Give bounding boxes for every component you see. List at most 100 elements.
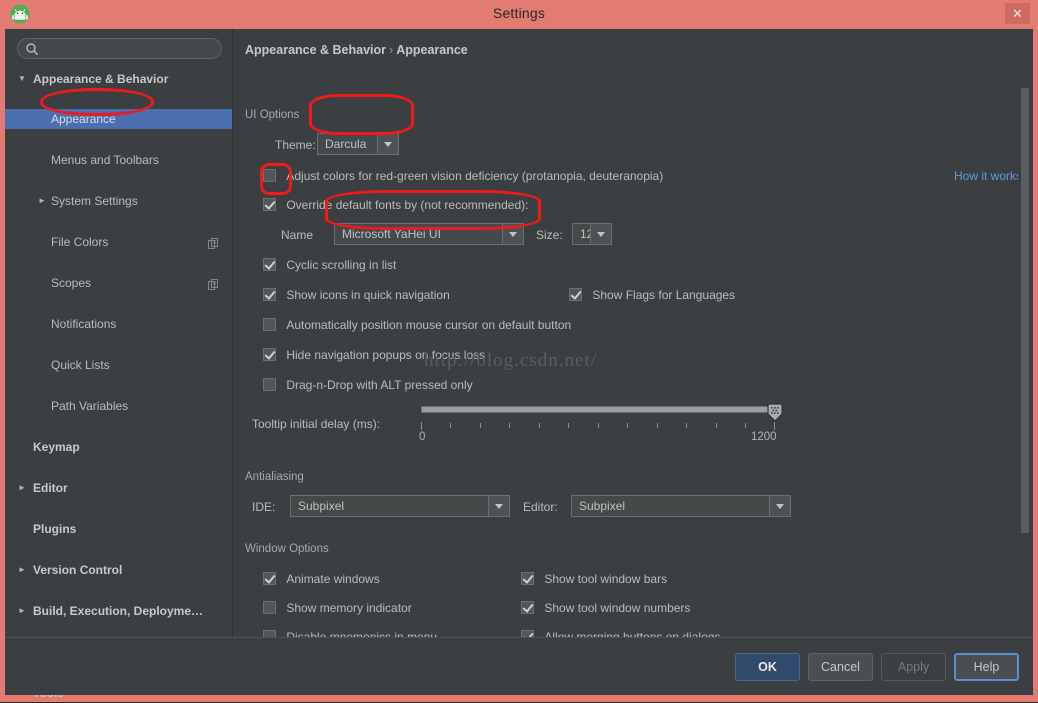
- hide-nav-popups-row[interactable]: Hide navigation popups on focus loss: [263, 345, 485, 365]
- sidebar-item-label: Menus and Toolbars: [51, 153, 159, 167]
- settings-main-panel: Appearance & Behavior › Appearance UI Opti…: [233, 29, 1033, 637]
- animate-windows-checkbox[interactable]: [263, 572, 276, 585]
- tooltip-delay-label: Tooltip initial delay (ms):: [252, 417, 381, 431]
- sidebar-item-notifications[interactable]: Notifications: [5, 314, 232, 334]
- chevron-right-icon[interactable]: ►: [35, 191, 49, 211]
- show-icons-quick-nav-checkbox[interactable]: [263, 288, 276, 301]
- breadcrumb-root[interactable]: Appearance & Behavior: [245, 43, 386, 57]
- show-icons-quick-nav-label: Show icons in quick navigation: [286, 288, 450, 302]
- theme-row: Theme:: [275, 135, 316, 155]
- search-input[interactable]: [43, 41, 217, 59]
- disable-mnemonics-menu-row[interactable]: Disable mnemonics in menu: [263, 627, 437, 637]
- cyclic-scrolling-row[interactable]: Cyclic scrolling in list: [263, 255, 396, 275]
- sidebar-item-appearance[interactable]: Appearance: [5, 109, 232, 129]
- group-rule: [245, 116, 805, 117]
- show-tool-window-bars-label: Show tool window bars: [544, 572, 668, 586]
- theme-dropdown[interactable]: Darcula: [317, 133, 399, 155]
- editor-antialias-label-row: Editor:: [523, 497, 558, 517]
- chevron-down-icon[interactable]: [488, 496, 509, 516]
- allow-merging-buttons-checkbox[interactable]: [521, 630, 534, 637]
- show-flags-languages-row[interactable]: Show Flags for Languages: [569, 285, 735, 305]
- editor-antialias-label: Editor:: [523, 500, 558, 514]
- show-memory-indicator-label: Show memory indicator: [286, 601, 412, 615]
- show-flags-languages-checkbox[interactable]: [569, 288, 582, 301]
- sidebar-item-path-variables[interactable]: Path Variables: [5, 396, 232, 416]
- adjust-colors-label: Adjust colors for red-green vision defic…: [286, 169, 664, 183]
- show-tool-window-bars-checkbox[interactable]: [521, 572, 534, 585]
- hide-nav-popups-checkbox[interactable]: [263, 348, 276, 361]
- sidebar-item-keymap[interactable]: Keymap: [5, 437, 232, 457]
- how-it-works-link[interactable]: How it works: [954, 169, 1018, 183]
- sidebar-item-scopes[interactable]: Scopes: [5, 273, 232, 293]
- group-title: Window Options: [245, 543, 335, 555]
- editor-antialias-dropdown[interactable]: Subpixel: [571, 495, 791, 517]
- sidebar-item-editor[interactable]: ► Editor: [5, 478, 232, 498]
- close-button[interactable]: ✕: [1005, 3, 1030, 24]
- chevron-right-icon[interactable]: ►: [15, 560, 29, 580]
- show-memory-indicator-checkbox[interactable]: [263, 601, 276, 614]
- chevron-down-icon[interactable]: [590, 224, 611, 244]
- group-title: UI Options: [245, 109, 306, 121]
- font-name-value: Microsoft YaHei UI: [342, 227, 441, 241]
- disable-mnemonics-menu-checkbox[interactable]: [263, 630, 276, 637]
- auto-position-cursor-row[interactable]: Automatically position mouse cursor on d…: [263, 315, 571, 335]
- help-button[interactable]: Help: [954, 653, 1019, 681]
- sidebar-item-label: Quick Lists: [51, 358, 110, 372]
- allow-merging-buttons-row[interactable]: Allow merging buttons on dialogs: [521, 627, 720, 637]
- group-rule: [245, 478, 805, 479]
- slider-thumb[interactable]: [767, 403, 783, 422]
- chevron-down-icon[interactable]: [377, 134, 398, 154]
- slider-ticks: [421, 422, 776, 430]
- cyclic-scrolling-checkbox[interactable]: [263, 258, 276, 271]
- chevron-down-icon[interactable]: [769, 496, 790, 516]
- chevron-down-icon[interactable]: ▼: [15, 69, 29, 89]
- override-fonts-checkbox[interactable]: [263, 198, 276, 211]
- animate-windows-row[interactable]: Animate windows: [263, 569, 380, 589]
- show-tool-window-numbers-row[interactable]: Show tool window numbers: [521, 598, 690, 618]
- slider-track[interactable]: [421, 406, 776, 413]
- font-name-label-row: Name: [281, 225, 313, 245]
- override-fonts-row[interactable]: Override default fonts by (not recommend…: [263, 195, 528, 215]
- search-box[interactable]: [17, 38, 222, 59]
- sidebar-item-system-settings[interactable]: ► System Settings: [5, 191, 232, 211]
- theme-label: Theme:: [275, 138, 316, 152]
- sidebar-item-version-control[interactable]: ► Version Control: [5, 560, 232, 580]
- sidebar-item-plugins[interactable]: Plugins: [5, 519, 232, 539]
- title-bar: Settings ✕: [0, 0, 1038, 28]
- show-tool-window-bars-row[interactable]: Show tool window bars: [521, 569, 667, 589]
- cancel-button[interactable]: Cancel: [808, 653, 873, 681]
- copy-icon: [208, 277, 220, 290]
- settings-sidebar: ▼ Appearance & Behavior Appearance Menus…: [5, 29, 233, 700]
- sidebar-item-appearance-behavior[interactable]: ▼ Appearance & Behavior: [5, 69, 232, 89]
- font-name-dropdown[interactable]: Microsoft YaHei UI: [334, 223, 524, 245]
- slider-min-label: 0: [419, 431, 426, 443]
- chevron-down-icon[interactable]: [502, 224, 523, 244]
- chevron-right-icon[interactable]: ►: [15, 601, 29, 621]
- show-memory-indicator-row[interactable]: Show memory indicator: [263, 598, 412, 618]
- copy-icon: [208, 236, 220, 249]
- ide-antialias-dropdown[interactable]: Subpixel: [290, 495, 510, 517]
- sidebar-item-build-execution-deployment[interactable]: ► Build, Execution, Deployme…: [5, 601, 232, 621]
- sidebar-item-file-colors[interactable]: File Colors: [5, 232, 232, 252]
- show-tool-window-numbers-checkbox[interactable]: [521, 601, 534, 614]
- drag-n-drop-alt-checkbox[interactable]: [263, 378, 276, 391]
- font-size-dropdown[interactable]: 12: [572, 223, 612, 245]
- adjust-colors-row[interactable]: Adjust colors for red-green vision defic…: [263, 166, 663, 186]
- show-icons-quick-nav-row[interactable]: Show icons in quick navigation: [263, 285, 450, 305]
- sidebar-item-quick-lists[interactable]: Quick Lists: [5, 355, 232, 375]
- main-scrollbar-track[interactable]: [1020, 61, 1030, 631]
- adjust-colors-checkbox[interactable]: [263, 169, 276, 182]
- main-scrollbar-thumb[interactable]: [1021, 88, 1029, 533]
- sidebar-item-label: System Settings: [51, 194, 138, 208]
- drag-n-drop-alt-row[interactable]: Drag-n-Drop with ALT pressed only: [263, 375, 473, 395]
- font-name-label: Name: [281, 228, 314, 242]
- disable-mnemonics-menu-mnemonic: menu: [407, 630, 438, 637]
- breadcrumb-separator: ›: [389, 43, 394, 57]
- chevron-right-icon[interactable]: ►: [15, 478, 29, 498]
- sidebar-item-menus-and-toolbars[interactable]: Menus and Toolbars: [5, 150, 232, 170]
- tooltip-delay-slider[interactable]: 0 1200: [419, 403, 783, 451]
- sidebar-item-label: Plugins: [33, 522, 77, 536]
- ok-button[interactable]: OK: [735, 653, 800, 681]
- auto-position-cursor-checkbox[interactable]: [263, 318, 276, 331]
- cyclic-scrolling-label: Cyclic scrolling in list: [286, 258, 397, 272]
